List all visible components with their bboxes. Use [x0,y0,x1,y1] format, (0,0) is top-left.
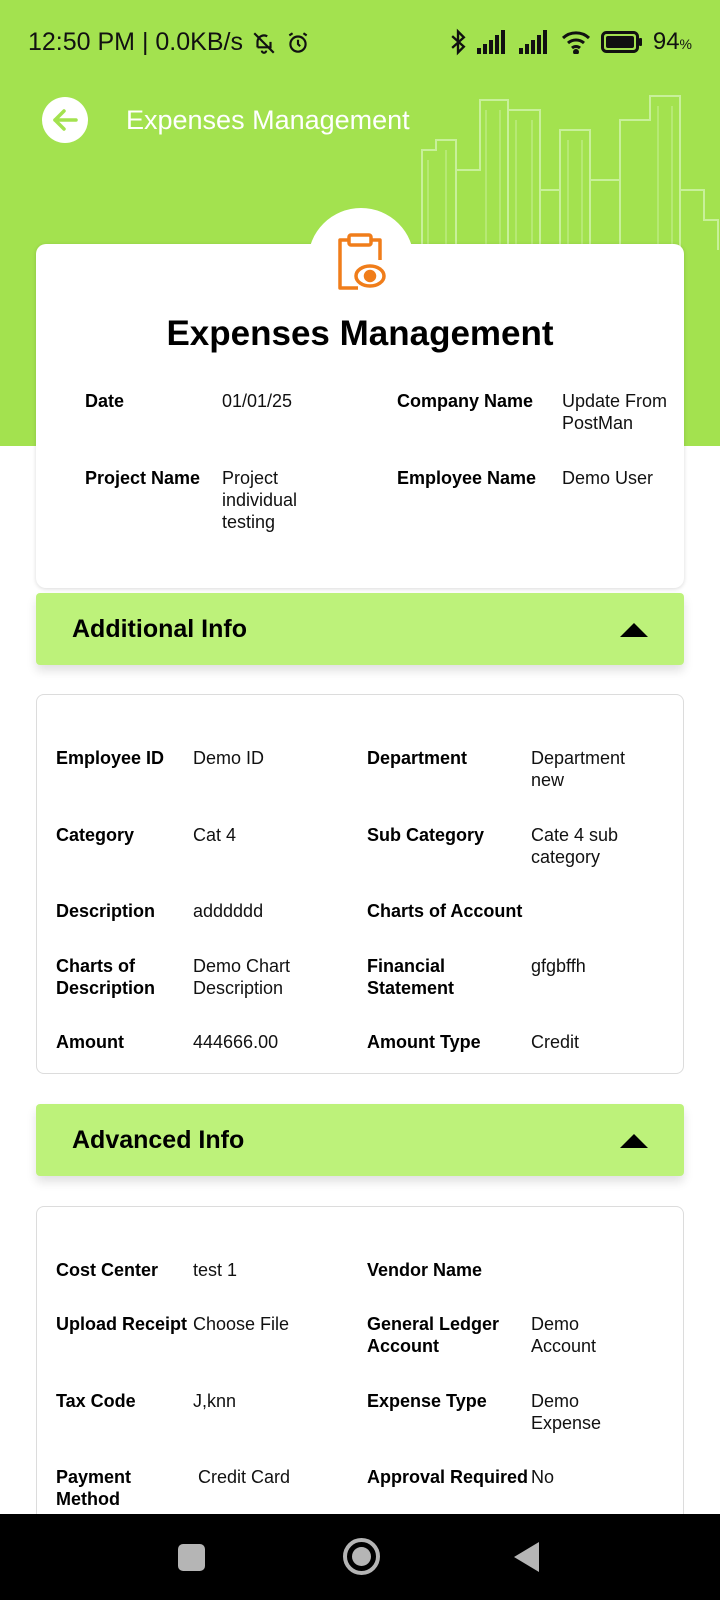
additional-info-header[interactable]: Additional Info [36,593,684,665]
upload-receipt-label: Upload Receipt [56,1314,188,1334]
category-label: Category [56,825,135,845]
approval-required-value: No [531,1467,555,1487]
category-value: Cat 4 [193,825,237,845]
company-name-label: Company Name [397,391,534,411]
recent-apps-button[interactable] [178,1544,205,1571]
payment-method-value: Credit Card [198,1467,291,1487]
amount-value: 444666.00 [193,1032,279,1052]
cost-center-value: test 1 [193,1260,238,1280]
collapse-caret-icon[interactable] [620,1134,648,1148]
advanced-info-header[interactable]: Advanced Info [36,1104,684,1176]
sub-category-label: Sub Category [367,825,485,845]
clipboard-eye-icon [338,233,386,290]
financial-statement-value: gfgbffh [531,956,586,976]
sub-category-value: Cate 4 sub category [531,825,619,867]
choose-file-button[interactable]: Choose File [193,1313,343,1335]
battery-unit: % [679,36,692,52]
navigation-bar [0,1514,720,1600]
general-ledger-account-value: Demo Account [531,1314,597,1356]
status-bar: 12:50 PM | 0.0KB/s 94% [0,0,720,88]
back-arrow-icon [53,109,78,131]
header-title: Expenses Management [126,105,410,135]
tax-code-label: Tax Code [56,1391,136,1411]
project-name-label: Project Name [85,468,201,488]
project-name-value: Project individual testing [222,468,298,532]
status-left: 12:50 PM | 0.0KB/s [28,28,311,57]
employee-id-value: Demo ID [193,748,265,768]
additional-info-title: Additional Info [72,615,247,643]
date-label: Date [85,391,125,411]
system-back-button[interactable] [514,1542,539,1572]
employee-name-label: Employee Name [397,468,537,488]
mute-bell-icon [253,31,275,54]
home-icon [352,1547,371,1566]
wifi-icon [561,31,590,54]
cost-center-label: Cost Center [56,1260,159,1280]
status-right: 94% [449,28,692,56]
signal-icon-2 [518,30,547,54]
date-value: 01/01/25 [222,391,293,411]
amount-type-label: Amount Type [367,1032,481,1052]
alarm-icon [288,31,308,53]
description-label: Description [56,901,156,921]
payment-method-label: Payment Method [56,1467,132,1509]
approval-required-label: Approval Required [367,1467,529,1487]
app-header: Expenses Management [0,95,720,147]
status-time: 12:50 PM | 0.0KB/s [28,28,243,56]
battery-percent: 94 [652,28,680,55]
description-value: adddddd [193,901,264,921]
advanced-info-title: Advanced Info [72,1126,245,1154]
amount-label: Amount [56,1032,124,1052]
tax-code-value: J,knn [193,1391,237,1411]
company-name-value: Update From PostMan [562,391,668,433]
amount-type-value: Credit [531,1032,580,1052]
charts-of-description-value: Demo Chart Description [193,956,291,998]
department-label: Department [367,748,468,768]
bluetooth-icon [451,28,466,56]
battery-level: 94% [653,28,692,56]
general-ledger-account-label: General Ledger Account [367,1314,500,1356]
employee-name-value: Demo User [562,468,654,488]
vendor-name-label: Vendor Name [367,1260,483,1280]
employee-id-label: Employee ID [56,748,165,768]
expense-type-label: Expense Type [367,1391,487,1411]
charts-of-description-label: Charts of Description [56,956,156,998]
financial-statement-label: Financial Statement [367,956,455,998]
collapse-caret-icon[interactable] [620,623,648,637]
expense-type-value: Demo Expense [531,1391,602,1433]
department-value: Department new [531,748,626,790]
card-title: Expenses Management [166,314,554,353]
signal-icon [476,30,505,54]
battery-icon [600,31,642,53]
charts-of-account-label: Charts of Account [367,901,523,921]
back-button[interactable] [42,97,88,143]
